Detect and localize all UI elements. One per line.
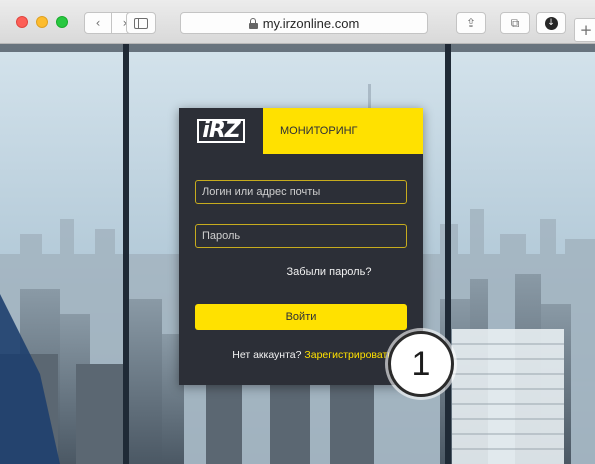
new-tab-button[interactable]: + <box>574 18 595 42</box>
sidebar-toggle-button[interactable] <box>126 12 156 34</box>
back-button[interactable]: ‹ <box>84 12 112 34</box>
login-input[interactable] <box>195 180 407 204</box>
downloads-button[interactable]: ↓ <box>536 12 566 34</box>
login-card-header: iRZ МОНИТОРИНГ <box>179 108 423 154</box>
window-maximize-button[interactable] <box>56 16 68 28</box>
signup-row: Нет аккаунта? Зарегистрироваться <box>179 349 423 361</box>
plus-icon: + <box>579 21 593 39</box>
share-button[interactable]: ⇪ <box>456 12 486 34</box>
irz-logo: iRZ <box>179 108 263 154</box>
login-button[interactable]: Войти <box>195 304 407 330</box>
window-close-button[interactable] <box>16 16 28 28</box>
address-bar[interactable]: my.irzonline.com <box>180 12 428 34</box>
browser-toolbar: ‹ › my.irzonline.com ⇪ ⧉ ↓ + <box>0 0 595 44</box>
forgot-password-link[interactable]: Забыли пароль? <box>179 266 423 278</box>
monitoring-title: МОНИТОРИНГ <box>280 125 358 137</box>
lock-icon <box>248 17 258 29</box>
callout-number-badge: 1 <box>388 331 454 397</box>
window-minimize-button[interactable] <box>36 16 48 28</box>
monitoring-tab: МОНИТОРИНГ <box>263 108 423 154</box>
chevron-left-icon: ‹ <box>95 16 101 30</box>
share-icon: ⇪ <box>465 16 477 30</box>
password-input[interactable] <box>195 224 407 248</box>
url-text: my.irzonline.com <box>262 15 360 31</box>
logo-text: iRZ <box>197 119 245 143</box>
sidebar-icon <box>134 17 148 29</box>
callout-number: 1 <box>411 344 431 383</box>
page-content: iRZ МОНИТОРИНГ Забыли пароль? Войти Нет … <box>0 44 595 464</box>
download-icon: ↓ <box>544 16 558 30</box>
tabs-icon: ⧉ <box>510 15 520 30</box>
no-account-text: Нет аккаунта? <box>232 349 302 361</box>
login-card: iRZ МОНИТОРИНГ Забыли пароль? Войти Нет … <box>179 108 423 385</box>
tabs-overview-button[interactable]: ⧉ <box>500 12 530 34</box>
